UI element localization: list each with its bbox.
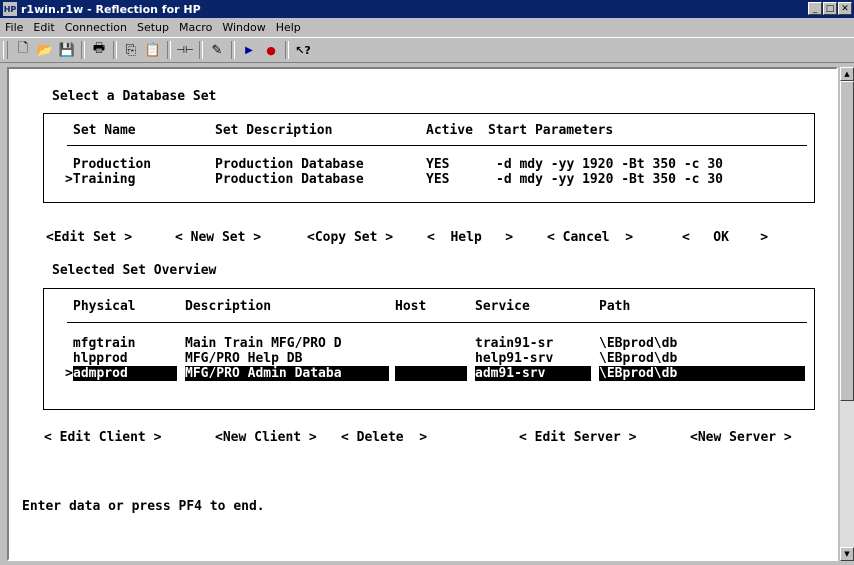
overview-header-rule: [67, 322, 807, 323]
cancel-button[interactable]: < Cancel >: [547, 230, 633, 245]
menu-window[interactable]: Window: [217, 21, 270, 34]
open-icon[interactable]: 📂: [34, 40, 56, 60]
minimize-button[interactable]: _: [808, 2, 822, 15]
new-set-button[interactable]: < New Set >: [175, 230, 261, 245]
set-name: Production: [72, 157, 152, 172]
db-path: \EBprod\db: [599, 336, 678, 351]
toolbar-separator: [285, 41, 289, 59]
row-marker: >: [65, 172, 73, 187]
new-icon[interactable]: 🗋: [12, 40, 34, 60]
help-button[interactable]: < Help >: [427, 230, 513, 245]
title-bar: HP r1win.r1w - Reflection for HP _ □ ✕: [0, 0, 854, 18]
edit-server-button[interactable]: < Edit Server >: [519, 430, 636, 445]
window-controls: _ □ ✕: [808, 2, 852, 15]
toolbar-separator: [231, 41, 235, 59]
menu-edit[interactable]: Edit: [28, 21, 59, 34]
menu-bar: File Edit Connection Setup Macro Window …: [0, 18, 854, 37]
set-params: -d mdy -yy 1920 -Bt 350 -c 30: [496, 157, 723, 172]
col-physical: Physical: [73, 299, 136, 314]
col-description: Description: [185, 299, 272, 314]
overview-box: [43, 288, 815, 410]
paste-icon[interactable]: 📋: [142, 40, 164, 60]
edit-client-button[interactable]: < Edit Client >: [44, 430, 161, 445]
db-path: \EBprod\db: [599, 351, 678, 366]
connect-icon[interactable]: ⊣⊢: [174, 40, 196, 60]
physical-name: mfgtrain: [72, 336, 136, 351]
new-client-button[interactable]: <New Client >: [215, 430, 317, 445]
table-row[interactable]: mfgtrain: [65, 336, 136, 351]
set-description: Production Database: [215, 157, 364, 172]
db-description: Main Train MFG/PRO D: [185, 336, 342, 351]
db-set-header-rule: [67, 145, 807, 146]
col-set-name: Set Name: [73, 123, 136, 138]
selected-db-description[interactable]: MFG/PRO Admin Databa: [185, 366, 389, 381]
db-set-heading: Select a Database Set: [52, 89, 217, 104]
vertical-scrollbar[interactable]: ▲ ▼: [840, 67, 854, 561]
row-marker: [65, 351, 73, 366]
scroll-down-icon[interactable]: ▼: [840, 547, 854, 561]
menu-help[interactable]: Help: [271, 21, 306, 34]
db-service: train91-sr: [475, 336, 554, 351]
table-row[interactable]: >Training: [65, 172, 135, 187]
col-host: Host: [395, 299, 427, 314]
col-set-description: Set Description: [215, 123, 333, 138]
delete-button[interactable]: < Delete >: [341, 430, 427, 445]
copy-icon[interactable]: ⎘: [120, 40, 142, 60]
row-marker: [65, 157, 73, 172]
set-params: -d mdy -yy 1920 -Bt 350 -c 30: [496, 172, 723, 187]
selected-physical-name[interactable]: admprod: [73, 366, 177, 381]
set-description: Production Database: [215, 172, 364, 187]
toolbar: 🗋 📂 💾 🖶 ⎘ 📋 ⊣⊢ ✎ ▶ ● ↖?: [0, 37, 854, 63]
ok-button[interactable]: < OK >: [682, 230, 768, 245]
play-macro-icon[interactable]: ▶: [238, 40, 260, 60]
set-active: YES: [426, 172, 450, 187]
menu-file[interactable]: File: [0, 21, 28, 34]
overview-heading: Selected Set Overview: [52, 263, 217, 278]
db-description: MFG/PRO Help DB: [185, 351, 303, 366]
copy-set-button[interactable]: <Copy Set >: [307, 230, 393, 245]
context-help-icon[interactable]: ↖?: [292, 40, 314, 60]
maximize-button[interactable]: □: [823, 2, 837, 15]
save-icon[interactable]: 💾: [56, 40, 78, 60]
col-start-parameters: Start Parameters: [488, 123, 614, 138]
print-icon[interactable]: 🖶: [88, 40, 110, 60]
col-active: Active: [426, 123, 473, 138]
record-macro-icon[interactable]: ●: [260, 40, 282, 60]
selected-db-host[interactable]: [395, 366, 467, 381]
toolbar-grip[interactable]: [3, 41, 8, 59]
close-button[interactable]: ✕: [838, 2, 852, 15]
scroll-thumb[interactable]: [840, 81, 854, 401]
table-row[interactable]: hlpprod: [65, 351, 128, 366]
status-line: Enter data or press PF4 to end.: [22, 499, 265, 514]
selected-db-path[interactable]: \EBprod\db: [599, 366, 805, 381]
menu-setup[interactable]: Setup: [132, 21, 174, 34]
physical-name: hlpprod: [72, 351, 128, 366]
menu-macro[interactable]: Macro: [174, 21, 217, 34]
selected-row-marker: >: [65, 366, 73, 381]
toolbar-separator: [199, 41, 203, 59]
edit-set-button[interactable]: <Edit Set >: [46, 230, 132, 245]
col-path: Path: [599, 299, 631, 314]
app-icon: HP: [3, 2, 17, 16]
set-active: YES: [426, 157, 450, 172]
window-title: r1win.r1w - Reflection for HP: [21, 2, 201, 16]
clipboard-edit-icon[interactable]: ✎: [206, 40, 228, 60]
selected-db-service[interactable]: adm91-srv: [475, 366, 591, 381]
scroll-up-icon[interactable]: ▲: [840, 67, 854, 81]
menu-connection[interactable]: Connection: [60, 21, 132, 34]
new-server-button[interactable]: <New Server >: [690, 430, 792, 445]
terminal-screen[interactable]: Select a Database Set Set Name Set Descr…: [7, 67, 838, 561]
toolbar-separator: [167, 41, 171, 59]
row-marker: [65, 336, 73, 351]
toolbar-separator: [81, 41, 85, 59]
toolbar-separator: [113, 41, 117, 59]
col-service: Service: [475, 299, 530, 314]
set-name: Training: [72, 172, 136, 187]
db-service: help91-srv: [475, 351, 554, 366]
